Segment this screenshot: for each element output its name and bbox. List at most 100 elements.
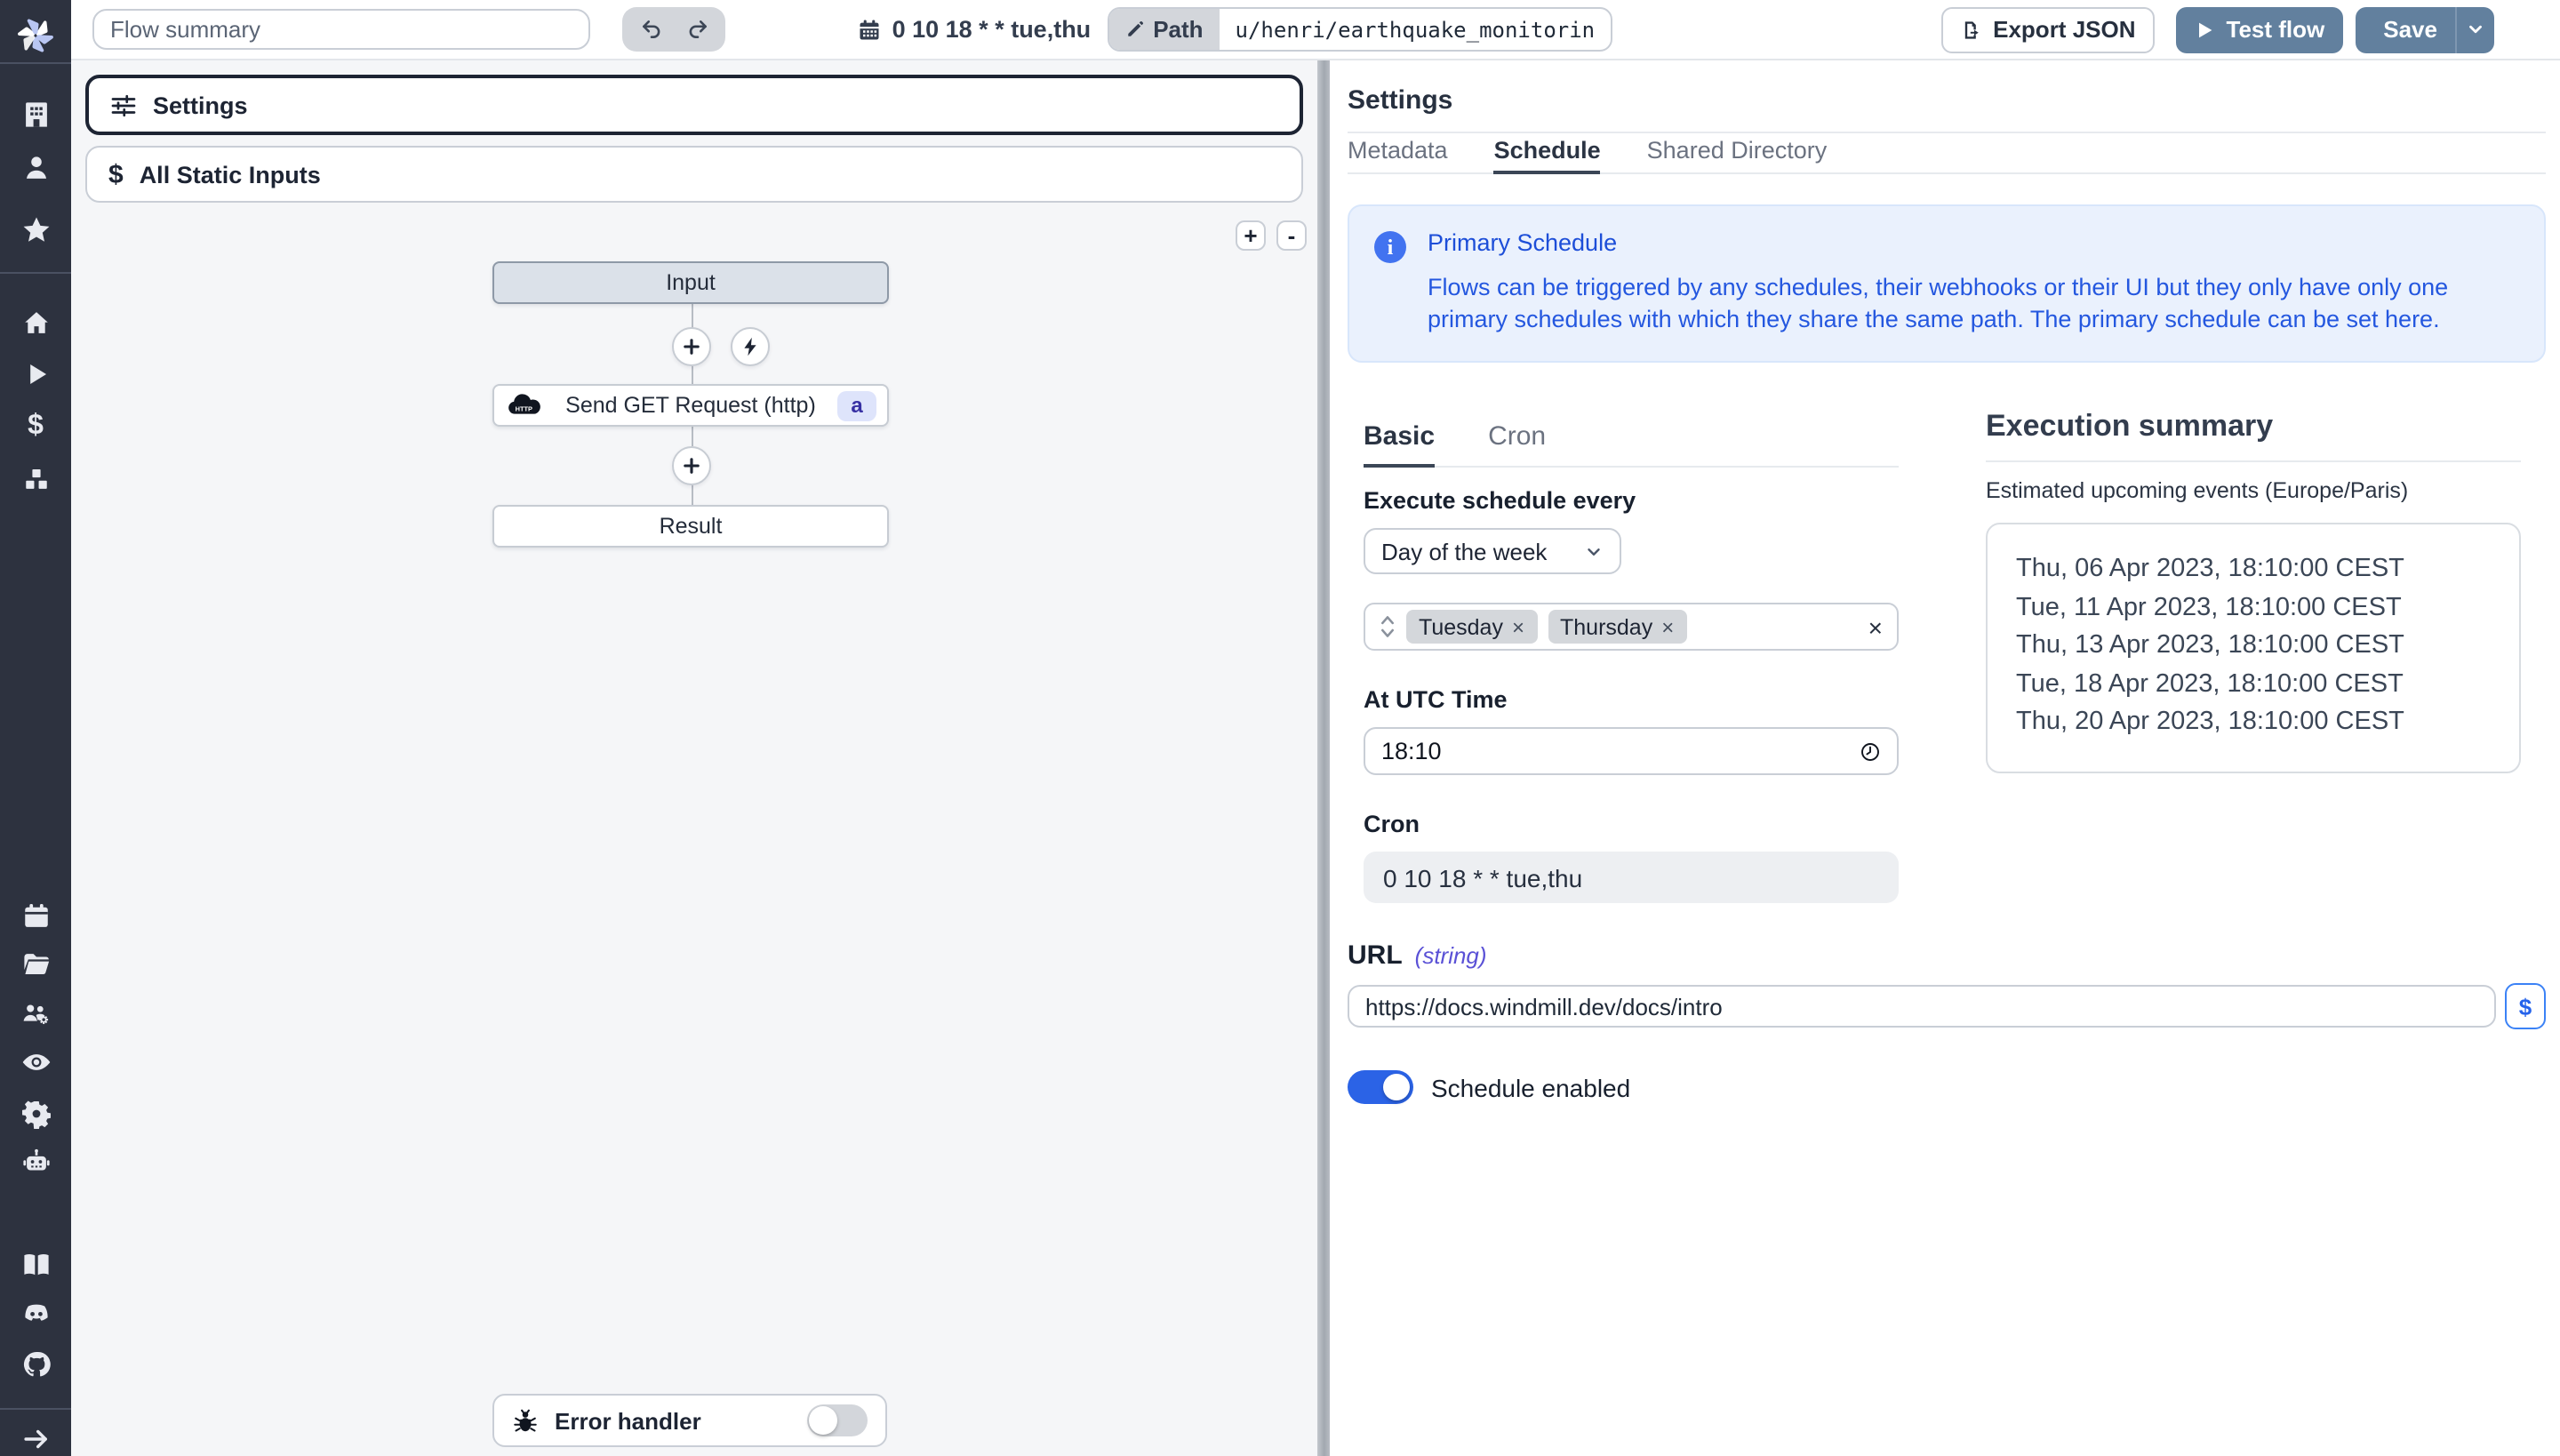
clock-icon (1860, 741, 1881, 763)
event-row: Thu, 13 Apr 2023, 18:10:00 CEST (2016, 628, 2498, 667)
flow-summary-input[interactable] (92, 9, 590, 50)
settings-header: Settings (1348, 60, 2546, 133)
bug-icon (512, 1407, 539, 1434)
panel-splitter[interactable] (1317, 60, 1330, 1456)
error-handler-label: Error handler (555, 1407, 791, 1434)
selected-frequency: Day of the week (1381, 539, 1547, 565)
schedules-calendar-icon[interactable] (0, 901, 71, 930)
primary-schedule-indicator[interactable]: 0 10 18 * * tue,thu (857, 16, 1092, 43)
day-tag-label: Tuesday (1419, 615, 1503, 640)
chevron-down-icon (2466, 20, 2485, 39)
add-step-button[interactable] (672, 446, 711, 485)
info-body: Flows can be triggered by any schedules,… (1428, 272, 2516, 337)
schedule-frequency-select[interactable]: Day of the week (1364, 529, 1621, 575)
export-json-button[interactable]: Export JSON (1941, 6, 2155, 52)
zoom-out-button[interactable]: - (1276, 220, 1307, 251)
schedule-columns: Basic Cron Execute schedule every Day of… (1348, 422, 2546, 904)
tab-schedule[interactable]: Schedule (1494, 137, 1601, 174)
execution-summary-subtitle: Estimated upcoming events (Europe/Paris) (1986, 479, 2521, 504)
workspace-icon[interactable] (0, 100, 71, 128)
chevron-down-icon (1584, 542, 1604, 562)
test-flow-button[interactable]: Test flow (2177, 6, 2343, 52)
utc-time-input[interactable]: 18:10 (1364, 728, 1899, 776)
upcoming-events-box: Thu, 06 Apr 2023, 18:10:00 CEST Tue, 11 … (1986, 524, 2521, 773)
edge-line (692, 427, 693, 446)
settings-tabs: Metadata Schedule Shared Directory (1348, 133, 2546, 174)
flow-result-node[interactable]: Result (492, 505, 889, 548)
path-value[interactable]: u/henri/earthquake_monitorin (1220, 9, 1612, 50)
schedule-enabled-toggle[interactable] (1348, 1071, 1413, 1105)
undo-button[interactable] (633, 12, 668, 47)
trigger-bolt-button[interactable] (731, 327, 770, 366)
tab-basic[interactable]: Basic (1364, 422, 1435, 468)
flow-editor-panel: Settings $ All Static Inputs + - Input (71, 60, 1317, 1456)
flow-settings-label: Settings (153, 92, 248, 118)
sidebar-divider (0, 272, 71, 274)
groups-users-gear-icon[interactable] (0, 999, 71, 1028)
plus-icon (681, 455, 702, 476)
docs-book-icon[interactable] (0, 1250, 71, 1278)
save-split-button: Save (2355, 6, 2494, 52)
url-type-hint: (string) (1415, 943, 1487, 970)
save-dropdown-caret[interactable] (2455, 6, 2494, 52)
save-button[interactable]: Save (2355, 6, 2455, 52)
url-input[interactable] (1348, 986, 2496, 1028)
event-row: Thu, 06 Apr 2023, 18:10:00 CEST (2016, 552, 2498, 590)
settings-gear-icon[interactable] (0, 1097, 71, 1129)
url-field-row: $ (1348, 984, 2546, 1030)
all-static-inputs-label: All Static Inputs (140, 161, 321, 188)
github-icon[interactable] (0, 1349, 71, 1380)
path-field[interactable]: Path u/henri/earthquake_monitorin (1107, 7, 1612, 52)
undo-redo-group (622, 7, 725, 52)
flow-settings-button[interactable]: Settings (85, 75, 1303, 135)
path-label: Path (1108, 9, 1219, 50)
resources-cubes-icon[interactable] (0, 464, 71, 492)
event-row: Thu, 20 Apr 2023, 18:10:00 CEST (2016, 705, 2498, 743)
expand-arrow-icon[interactable] (0, 1424, 71, 1452)
error-handler-toggle[interactable] (807, 1404, 868, 1436)
http-node-label: Send GET Request (http) (544, 393, 837, 418)
folders-icon[interactable] (0, 949, 71, 978)
basic-cron-tabs: Basic Cron (1364, 422, 1899, 468)
tab-cron[interactable]: Cron (1488, 422, 1546, 468)
utc-time-value: 18:10 (1381, 739, 1442, 765)
tab-shared-directory[interactable]: Shared Directory (1647, 137, 1828, 174)
clear-days-icon[interactable]: × (1868, 615, 1883, 640)
remove-day-icon[interactable]: × (1661, 617, 1674, 638)
flow-input-node[interactable]: Input (492, 261, 889, 304)
day-tag: Thursday × (1548, 611, 1686, 644)
all-static-inputs-button[interactable]: $ All Static Inputs (85, 146, 1303, 203)
runs-play-icon[interactable] (0, 359, 71, 388)
tab-metadata[interactable]: Metadata (1348, 137, 1448, 174)
remove-day-icon[interactable]: × (1512, 617, 1524, 638)
result-node-label: Result (660, 514, 723, 539)
insert-variable-button[interactable]: $ (2505, 984, 2546, 1030)
svg-text:HTTP: HTTP (516, 404, 532, 412)
execution-summary: Execution summary Estimated upcoming eve… (1986, 410, 2521, 773)
audit-eye-icon[interactable] (0, 1047, 71, 1076)
schedule-enabled-label: Schedule enabled (1431, 1074, 1630, 1102)
redo-button[interactable] (679, 12, 715, 47)
user-icon[interactable] (0, 153, 71, 181)
sidebar-divider (0, 1408, 71, 1410)
pencil-icon (1124, 20, 1144, 39)
weekday-multiselect[interactable]: Tuesday × Thursday × × (1364, 604, 1899, 652)
discord-icon[interactable] (0, 1300, 71, 1328)
utc-time-label: At UTC Time (1364, 687, 1899, 714)
file-export-icon (1961, 19, 1982, 40)
home-icon[interactable] (0, 308, 71, 336)
zoom-in-button[interactable]: + (1236, 220, 1266, 251)
http-cloud-icon: HTTP (505, 393, 544, 418)
settings-title: Settings (1348, 85, 1452, 116)
http-step-node[interactable]: HTTP Send GET Request (http) a (492, 384, 889, 427)
topbar: 0 10 18 * * tue,thu Path u/henri/earthqu… (71, 0, 2560, 60)
sidebar: $ (0, 0, 71, 1456)
add-step-button[interactable] (672, 327, 711, 366)
edge-line (692, 485, 693, 505)
settings-panel: Settings Metadata Schedule Shared Direct… (1330, 60, 2560, 1456)
error-handler-node[interactable]: Error handler (492, 1394, 887, 1447)
windmill-logo-icon[interactable] (0, 11, 71, 60)
variables-dollar-icon[interactable]: $ (0, 411, 71, 443)
ai-robot-icon[interactable] (0, 1147, 71, 1175)
favorites-star-icon[interactable] (0, 215, 71, 244)
